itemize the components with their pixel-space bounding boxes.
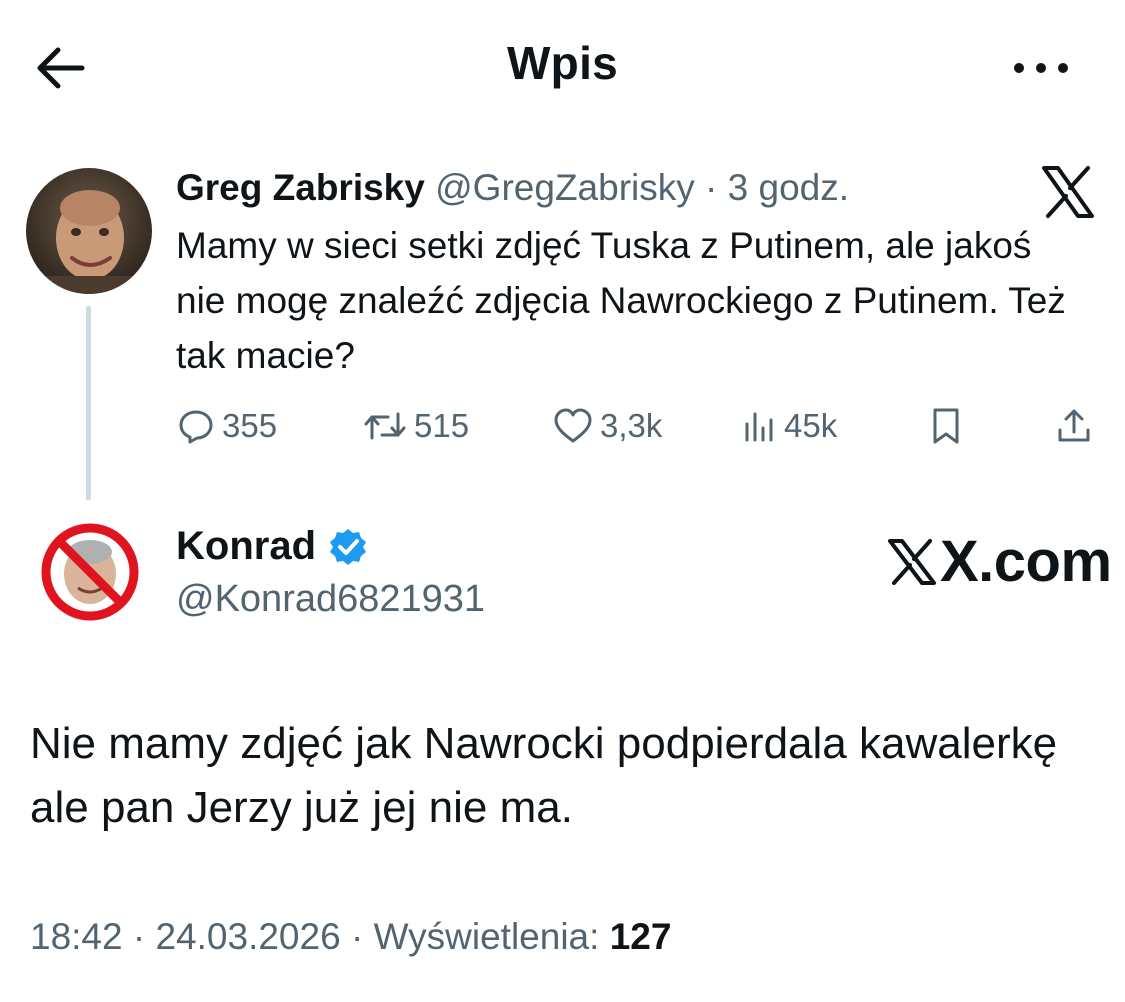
tweet-time[interactable]: 3 godz. <box>728 167 849 208</box>
tweet-actions: 355 515 3,3k 45k <box>170 400 1100 452</box>
reply-count: 355 <box>222 407 278 444</box>
share-icon <box>1058 409 1090 442</box>
avatar-image <box>26 168 152 294</box>
x-logo-icon <box>888 538 936 585</box>
page-title: Wpis <box>506 37 619 89</box>
bookmark-button[interactable] <box>928 400 964 452</box>
x-com-watermark: X.com <box>886 528 1112 595</box>
more-horizontal-icon <box>1014 63 1068 73</box>
watermark-text: X.com <box>940 529 1112 594</box>
reply-icon <box>179 410 213 444</box>
reply-name-row: Konrad <box>176 524 368 569</box>
avatar-greg[interactable] <box>26 168 152 294</box>
reply-tweet-meta: 18:42 · 24.03.2026 · Wyświetlenia: 127 <box>30 916 671 958</box>
repost-count: 515 <box>414 407 470 444</box>
meta-separator: · <box>122 916 156 957</box>
verified-badge-icon <box>330 528 366 565</box>
repost-button[interactable]: 515 <box>362 400 469 452</box>
views-icon <box>745 412 773 442</box>
parent-tweet-text: Mamy w sieci setki zdjęć Tuska z Putinem… <box>176 225 1066 376</box>
views-label: Wyświetlenia: <box>373 916 600 957</box>
views-count: 45k <box>784 407 838 444</box>
like-icon <box>554 408 592 443</box>
tweet-time[interactable]: 18:42 <box>30 916 123 957</box>
x-logo-icon <box>1038 164 1098 220</box>
more-button[interactable] <box>1006 44 1076 92</box>
meta-separator: · <box>340 916 374 957</box>
author-name[interactable]: Greg Zabrisky <box>176 167 425 208</box>
author-handle[interactable]: @Konrad6821931 <box>176 578 485 621</box>
reply-tweet-text: Nie mamy zdjęć jak Nawrocki podpierdala … <box>30 719 1058 832</box>
like-count: 3,3k <box>600 407 663 444</box>
author-handle[interactable]: @GregZabrisky <box>435 167 695 208</box>
parent-tweet-header: Greg Zabrisky @GregZabrisky · 3 godz. <box>176 164 849 212</box>
thread-line <box>86 306 91 500</box>
tweet-date[interactable]: 24.03.2026 <box>155 916 340 957</box>
avatar-konrad[interactable] <box>28 508 152 632</box>
views-count: 127 <box>609 916 672 957</box>
bookmark-icon <box>933 408 959 444</box>
avatar-image <box>28 508 152 632</box>
like-button[interactable]: 3,3k <box>552 400 662 452</box>
author-name[interactable]: Konrad <box>176 524 316 569</box>
share-button[interactable] <box>1054 400 1094 452</box>
reply-button[interactable]: 355 <box>176 400 277 452</box>
views-button[interactable]: 45k <box>742 400 837 452</box>
meta-separator: · <box>705 167 718 208</box>
repost-icon <box>364 412 406 440</box>
